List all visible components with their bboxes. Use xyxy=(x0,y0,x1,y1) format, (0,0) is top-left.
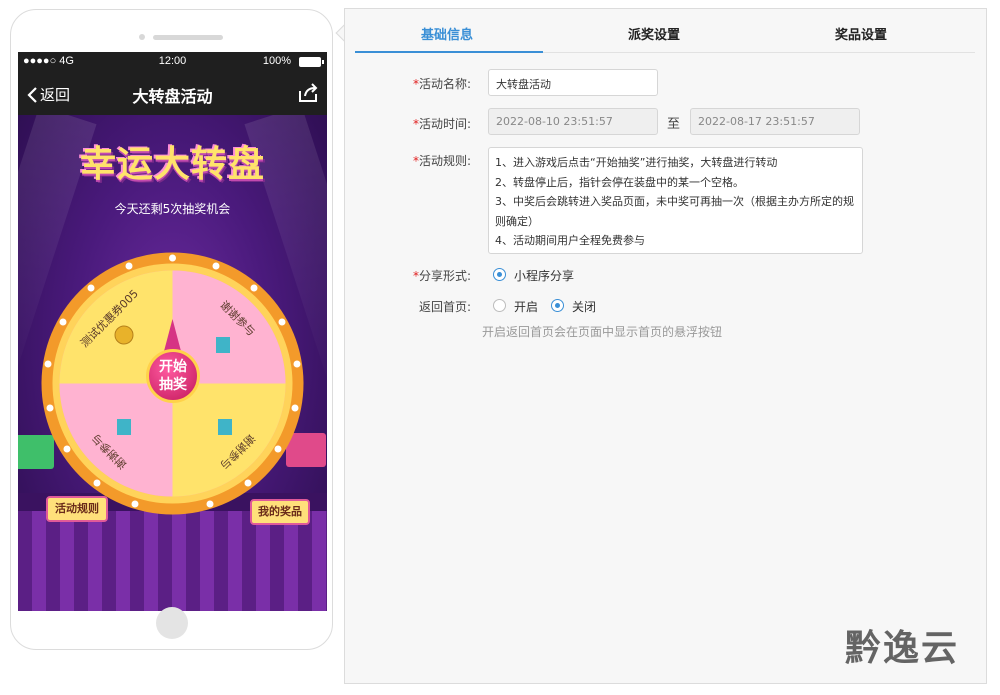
share-icon[interactable] xyxy=(297,82,319,104)
share-label: *分享形式: xyxy=(412,269,471,283)
battery-icon xyxy=(299,57,324,67)
my-prizes-button[interactable]: 我的奖品 xyxy=(250,499,310,525)
stage-floor xyxy=(18,511,327,611)
nav-title: 大转盘活动 xyxy=(132,87,213,106)
time-label: *活动时间: xyxy=(412,117,471,131)
rules-button[interactable]: 活动规则 xyxy=(46,496,108,522)
end-time-input[interactable]: 2022-08-17 23:51:57 xyxy=(690,108,860,135)
phone-preview: ●●●●○ 4G 12:00 100% 返回 大转盘活动 幸运大转盘 今天还剩5… xyxy=(10,9,333,650)
start-draw-button[interactable]: 开始 抽奖 xyxy=(146,349,200,403)
settings-panel: 基础信息 派奖设置 奖品设置 *活动名称: 大转盘活动 *活动时间: 2022-… xyxy=(344,8,987,684)
speaker-slot xyxy=(153,35,223,40)
chance-text: 今天还剩5次抽奖机会 xyxy=(114,202,231,216)
home-button xyxy=(156,607,188,639)
name-label: *活动名称: xyxy=(412,77,471,91)
camera-dot xyxy=(139,34,145,40)
home-open-label: 开启 xyxy=(514,300,539,314)
home-close-label: 关闭 xyxy=(572,300,597,314)
app-root: ●●●●○ 4G 12:00 100% 返回 大转盘活动 幸运大转盘 今天还剩5… xyxy=(0,0,1000,695)
activity-name-input[interactable]: 大转盘活动 xyxy=(488,69,658,96)
time-separator: 至 xyxy=(667,117,681,132)
rules-label: *活动规则: xyxy=(412,154,471,168)
active-tab-indicator xyxy=(355,51,543,53)
status-bar: ●●●●○ 4G 12:00 100% xyxy=(18,52,327,72)
tab-award-settings[interactable]: 派奖设置 xyxy=(628,24,680,43)
rules-textarea[interactable]: 1、进入游戏后点击“开始抽奖”进行抽奖，大转盘进行转动 2、转盘停止后，指针会停… xyxy=(488,147,863,254)
home-hint: 开启返回首页会在页面中显示首页的悬浮按钮 xyxy=(482,325,723,339)
watermark-logo: 黔逸云 xyxy=(845,628,960,669)
start-label-line1: 开始 xyxy=(159,359,187,375)
share-option-label: 小程序分享 xyxy=(514,269,575,283)
home-open-radio[interactable] xyxy=(493,299,506,312)
game-logo: 幸运大转盘 xyxy=(79,144,265,185)
nav-bar: 返回 大转盘活动 xyxy=(18,72,327,115)
home-label: 返回首页: xyxy=(418,300,471,314)
tab-basic-info[interactable]: 基础信息 xyxy=(421,24,473,43)
tab-bar: 基础信息 派奖设置 奖品设置 xyxy=(355,9,975,53)
share-miniprogram-radio[interactable] xyxy=(493,268,506,281)
tab-prize-settings[interactable]: 奖品设置 xyxy=(835,24,887,43)
lottery-game: 幸运大转盘 今天还剩5次抽奖机会 测试优惠券005 谢谢参与 谢谢参与 谢谢参与… xyxy=(18,115,327,611)
start-time-input[interactable]: 2022-08-10 23:51:57 xyxy=(488,108,658,135)
start-label-line2: 抽奖 xyxy=(159,377,187,393)
home-close-radio[interactable] xyxy=(551,299,564,312)
battery-percent: 100% xyxy=(262,55,291,67)
phone-screen: ●●●●○ 4G 12:00 100% 返回 大转盘活动 幸运大转盘 今天还剩5… xyxy=(18,52,327,611)
